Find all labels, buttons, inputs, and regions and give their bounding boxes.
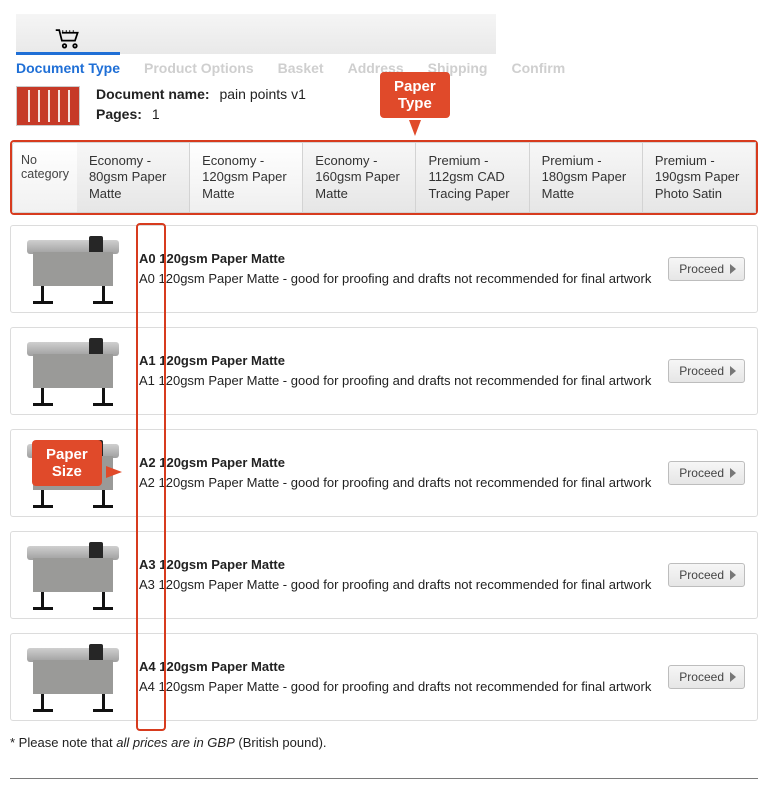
paper-type-tab[interactable]: Premium - 180gsm Paper Matte: [530, 142, 643, 213]
paper-type-tab[interactable]: Economy - 80gsm Paper Matte: [77, 142, 190, 213]
chevron-right-icon: [730, 570, 736, 580]
plotter-icon: [19, 642, 127, 712]
proceed-button[interactable]: Proceed: [668, 461, 745, 485]
product-row: A2 120gsm Paper Matte A2 120gsm Paper Mat…: [10, 429, 758, 517]
price-footnote: * Please note that all prices are in GBP…: [10, 735, 758, 750]
step-document-type: Document Type: [16, 60, 120, 76]
footnote-suffix: (British pound).: [235, 735, 327, 750]
arrow-right-icon: [106, 466, 122, 478]
proceed-button[interactable]: Proceed: [668, 359, 745, 383]
chevron-right-icon: [730, 672, 736, 682]
paper-type-tab[interactable]: Premium - 112gsm CAD Tracing Paper: [416, 142, 529, 213]
product-title: A3 120gsm Paper Matte: [139, 556, 656, 574]
paper-type-tabs: No category Economy - 80gsm Paper MatteE…: [10, 140, 758, 215]
annotation-paper-type: Paper Type: [380, 72, 450, 136]
paper-type-tab[interactable]: Economy - 120gsm Paper Matte: [190, 142, 303, 213]
document-thumbnail: [16, 86, 80, 126]
product-text: A3 120gsm Paper Matte A3 120gsm Paper Mat…: [139, 556, 656, 594]
product-title: A1 120gsm Paper Matte: [139, 352, 656, 370]
product-description: A4 120gsm Paper Matte - good for proofin…: [139, 678, 656, 696]
product-row: A3 120gsm Paper Matte A3 120gsm Paper Mat…: [10, 531, 758, 619]
product-row: A4 120gsm Paper Matte A4 120gsm Paper Mat…: [10, 633, 758, 721]
product-title: A0 120gsm Paper Matte: [139, 250, 656, 268]
product-text: A0 120gsm Paper Matte A0 120gsm Paper Mat…: [139, 250, 656, 288]
footer-divider: [10, 778, 758, 779]
plotter-icon: [19, 540, 127, 610]
doc-pages-label: Pages:: [96, 106, 142, 122]
proceed-button[interactable]: Proceed: [668, 257, 745, 281]
arrow-down-icon: [409, 120, 421, 136]
product-text: A2 120gsm Paper Matte A2 120gsm Paper Mat…: [139, 454, 656, 492]
chevron-right-icon: [730, 366, 736, 376]
product-description: A0 120gsm Paper Matte - good for proofin…: [139, 270, 656, 288]
chevron-right-icon: [730, 468, 736, 478]
product-title: A4 120gsm Paper Matte: [139, 658, 656, 676]
page-header: [16, 14, 496, 54]
plotter-icon: [19, 336, 127, 406]
product-description: A1 120gsm Paper Matte - good for proofin…: [139, 372, 656, 390]
plotter-icon: [19, 234, 127, 304]
footnote-emphasis: all prices are in GBP: [116, 735, 235, 750]
proceed-button[interactable]: Proceed: [668, 665, 745, 689]
proceed-button-label: Proceed: [679, 364, 724, 378]
proceed-button-label: Proceed: [679, 466, 724, 480]
product-list: Paper Size A0 120gsm Paper MatteA0 120gs…: [10, 225, 758, 721]
footnote-prefix: * Please note that: [10, 735, 116, 750]
annotation-paper-size: Paper Size: [32, 440, 122, 486]
annotation-paper-size-label: Paper Size: [32, 440, 102, 486]
product-description: A2 120gsm Paper Matte - good for proofin…: [139, 474, 656, 492]
product-row: A0 120gsm Paper Matte A0 120gsm Paper Mat…: [10, 225, 758, 313]
product-title: A2 120gsm Paper Matte: [139, 454, 656, 472]
proceed-button[interactable]: Proceed: [668, 563, 745, 587]
paper-type-tab[interactable]: Premium - 190gsm Paper Photo Satin: [643, 142, 756, 213]
proceed-button-label: Proceed: [679, 568, 724, 582]
paper-type-tab[interactable]: Economy - 160gsm Paper Matte: [303, 142, 416, 213]
product-row: A1 120gsm Paper Matte A1 120gsm Paper Mat…: [10, 327, 758, 415]
annotation-paper-type-label: Paper Type: [380, 72, 450, 118]
header-active-underline: [16, 52, 120, 55]
step-product-options[interactable]: Product Options: [144, 60, 254, 76]
step-confirm[interactable]: Confirm: [512, 60, 566, 76]
doc-name-value: pain points v1: [219, 86, 305, 102]
proceed-button-label: Proceed: [679, 670, 724, 684]
tab-no-category[interactable]: No category: [12, 142, 78, 213]
proceed-button-label: Proceed: [679, 262, 724, 276]
product-text: A1 120gsm Paper Matte A1 120gsm Paper Mat…: [139, 352, 656, 390]
cart-icon: [54, 27, 82, 52]
product-text: A4 120gsm Paper Matte A4 120gsm Paper Mat…: [139, 658, 656, 696]
step-basket[interactable]: Basket: [278, 60, 324, 76]
chevron-right-icon: [730, 264, 736, 274]
product-description: A3 120gsm Paper Matte - good for proofin…: [139, 576, 656, 594]
doc-name-label: Document name:: [96, 86, 210, 102]
doc-pages-value: 1: [152, 106, 160, 122]
